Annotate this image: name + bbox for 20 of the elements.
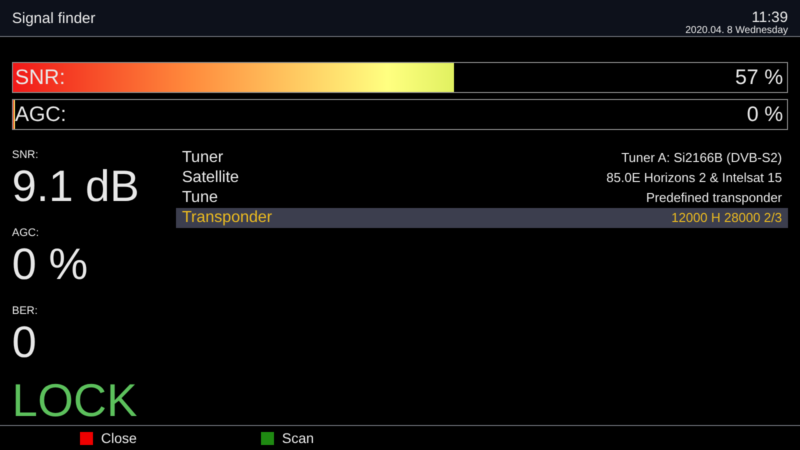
window-title: Signal finder <box>12 9 96 29</box>
meter-label: SNR: <box>15 65 66 90</box>
lock-status: LOCK <box>12 376 138 424</box>
settings-row[interactable]: Tuner Tuner A: Si2166B (DVB-S2) <box>176 148 788 168</box>
settings-row[interactable]: Tune Predefined transponder <box>176 188 788 208</box>
stat-value: 0 <box>12 318 36 368</box>
clock-time: 11:39 <box>752 9 788 26</box>
settings-row[interactable]: Transponder 12000 H 28000 2/3 <box>176 208 788 228</box>
stat-value: 9.1 dB <box>12 162 140 212</box>
settings-row[interactable]: Satellite 85.0E Horizons 2 & Intelsat 15 <box>176 168 788 188</box>
key-label: Scan <box>282 428 314 448</box>
stat-label: SNR: <box>12 148 38 162</box>
date-text: 2020.04. 8 Wednesday <box>685 26 788 36</box>
stat-value: 0 % <box>12 240 88 290</box>
meter-reading: 57 % <box>735 65 783 90</box>
meter-reading: 0 % <box>746 102 783 127</box>
stat-label: BER: <box>12 304 38 318</box>
stat-label: AGC: <box>12 226 39 240</box>
meter-label: AGC: <box>15 102 66 127</box>
key-label: Close <box>101 428 137 448</box>
